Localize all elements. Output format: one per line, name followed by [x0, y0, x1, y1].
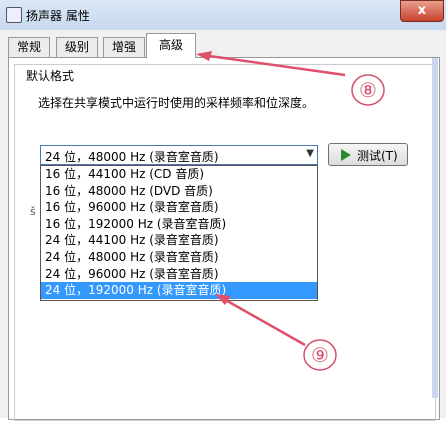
close-button[interactable]: x	[400, 0, 444, 22]
tab-levels[interactable]: 级别	[56, 37, 98, 57]
dropdown-option[interactable]: 16 位，48000 Hz (DVD 音质)	[41, 183, 317, 200]
test-button[interactable]: 测试(T)	[328, 143, 408, 166]
dropdown-option[interactable]: 16 位，96000 Hz (录音室音质)	[41, 199, 317, 216]
tab-enhancements[interactable]: 增强	[103, 37, 145, 57]
format-description: 选择在共享模式中运行时使用的采样频率和位深度。	[38, 96, 315, 110]
format-select-value: 24 位，48000 Hz (录音室音质)	[45, 150, 219, 164]
test-button-label: 测试(T)	[357, 149, 398, 163]
dropdown-option[interactable]: 16 位，44100 Hz (CD 音质)	[41, 166, 317, 183]
window-border	[432, 58, 438, 398]
format-select[interactable]: 24 位，48000 Hz (录音室音质) ▼	[40, 145, 318, 165]
dropdown-option[interactable]: 24 位，44100 Hz (录音室音质)	[41, 232, 317, 249]
dropdown-option[interactable]: 24 位，48000 Hz (录音室音质)	[41, 249, 317, 266]
window-title: 扬声器 属性	[26, 9, 90, 23]
title-bar: 扬声器 属性 x	[0, 0, 446, 30]
format-dropdown-list[interactable]: 16 位，44100 Hz (CD 音质) 16 位，48000 Hz (DVD…	[40, 165, 318, 301]
speaker-app-icon	[6, 7, 22, 23]
dropdown-option-highlighted[interactable]: 24 位，192000 Hz (录音室音质)	[41, 282, 317, 299]
dropdown-option[interactable]: 24 位，96000 Hz (录音室音质)	[41, 266, 317, 283]
chevron-down-icon[interactable]: ▼	[306, 148, 314, 159]
default-format-label: 默认格式	[26, 69, 75, 83]
tab-advanced[interactable]: 高级	[146, 33, 196, 58]
hidden-text-fragment: š	[30, 205, 36, 218]
tab-general[interactable]: 常规	[8, 37, 50, 57]
play-icon	[341, 149, 351, 161]
dropdown-option[interactable]: 16 位，192000 Hz (录音室音质)	[41, 216, 317, 233]
